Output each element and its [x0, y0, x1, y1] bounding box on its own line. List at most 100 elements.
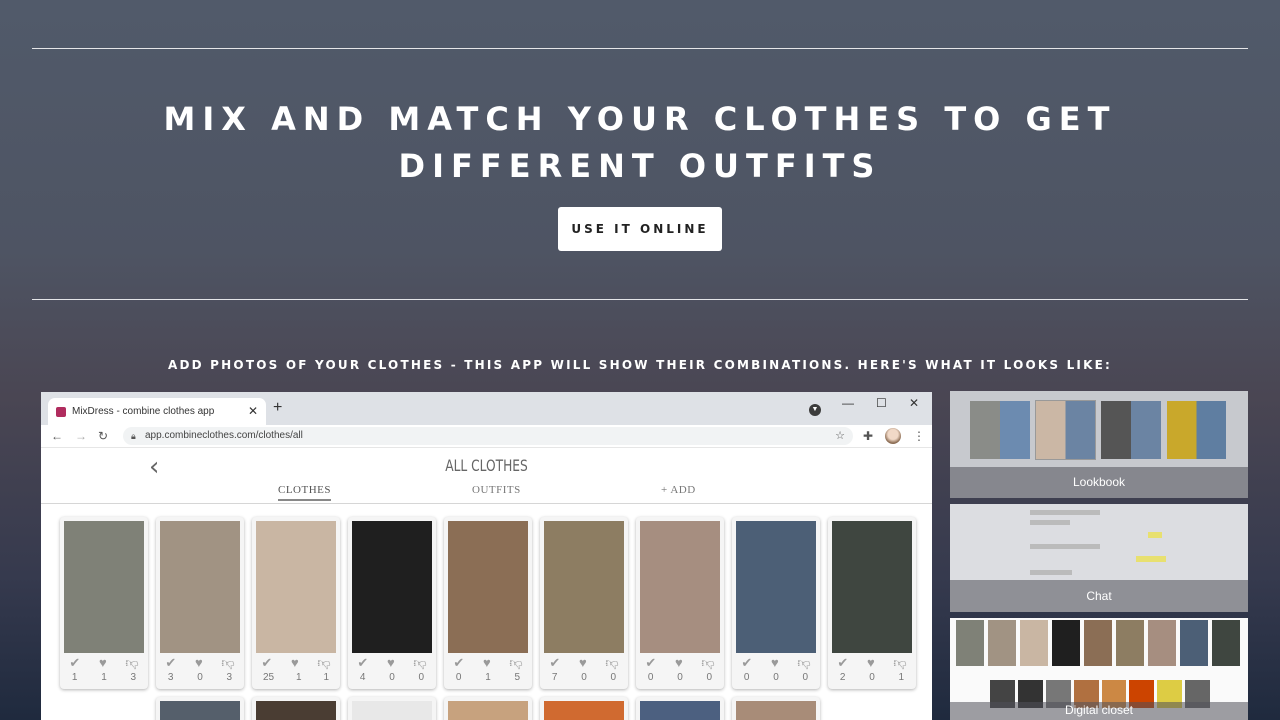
- dislike-count: 5: [514, 672, 521, 683]
- back-arrow-icon[interactable]: ←: [51, 429, 63, 443]
- url-field[interactable]: 🔒︎ app.combineclothes.com/clothes/all ☆: [123, 427, 853, 445]
- clothing-card[interactable]: ✔ ♥ 👎︎ 4 0 0: [348, 517, 436, 689]
- clothing-card[interactable]: ✔ ♥ 👎︎ 0 0 0: [732, 517, 820, 689]
- url-text: app.combineclothes.com/clothes/all: [145, 430, 303, 441]
- like-count: 0: [647, 672, 654, 683]
- tab-add[interactable]: + ADD: [661, 484, 696, 496]
- heart-icon[interactable]: ♥: [387, 655, 395, 671]
- clothing-photo[interactable]: [544, 701, 624, 720]
- clothing-card[interactable]: ✔ ♥ 👎︎ 2 0 1: [828, 517, 916, 689]
- heart-icon[interactable]: ♥: [291, 655, 299, 671]
- heart-icon[interactable]: ♥: [195, 655, 203, 671]
- heart-icon[interactable]: ♥: [771, 655, 779, 671]
- clothing-card[interactable]: [636, 697, 724, 720]
- thumbs-down-icon[interactable]: 👎︎: [125, 655, 138, 671]
- tab-outfits[interactable]: OUTFITS: [472, 484, 521, 496]
- check-icon[interactable]: ✔: [69, 655, 80, 671]
- menu-dots-icon[interactable]: ⋮: [913, 429, 925, 443]
- thumbs-down-icon[interactable]: 👎︎: [413, 655, 426, 671]
- clothing-card[interactable]: [156, 697, 244, 720]
- clothing-photo[interactable]: [256, 701, 336, 720]
- clothing-card[interactable]: [252, 697, 340, 720]
- clothing-card[interactable]: ✔ ♥ 👎︎ 0 1 5: [444, 517, 532, 689]
- dislike-count: 3: [130, 672, 137, 683]
- heart-icon[interactable]: ♥: [99, 655, 107, 671]
- app-header: ‹ ALL CLOTHES CLOTHES OUTFITS + ADD: [41, 448, 932, 504]
- extensions-icon[interactable]: ✚: [863, 429, 873, 443]
- clothing-photo[interactable]: [352, 701, 432, 720]
- new-tab-icon[interactable]: +: [273, 399, 282, 417]
- clothing-photo[interactable]: [736, 701, 816, 720]
- heart-count: 0: [677, 672, 683, 683]
- heart-icon[interactable]: ♥: [579, 655, 587, 671]
- like-count: 7: [551, 672, 558, 683]
- close-window-icon[interactable]: ✕: [909, 396, 919, 410]
- thumbs-down-icon[interactable]: 👎︎: [317, 655, 330, 671]
- clothing-photo[interactable]: [448, 521, 528, 653]
- heart-count: 0: [389, 672, 395, 683]
- check-icon[interactable]: ✔: [453, 655, 464, 671]
- clothing-card[interactable]: ✔ ♥ 👎︎ 3 0 3: [156, 517, 244, 689]
- clothing-card[interactable]: [444, 697, 532, 720]
- check-icon[interactable]: ✔: [837, 655, 848, 671]
- thumbs-down-icon[interactable]: 👎︎: [605, 655, 618, 671]
- like-count: 0: [743, 672, 750, 683]
- tab-search-icon[interactable]: ▼: [809, 404, 821, 416]
- close-tab-icon[interactable]: ✕: [248, 404, 258, 418]
- check-icon[interactable]: ✔: [357, 655, 368, 671]
- browser-tab[interactable]: MixDress - combine clothes app ✕: [48, 398, 266, 425]
- check-icon[interactable]: ✔: [165, 655, 176, 671]
- thumbs-down-icon[interactable]: 👎︎: [221, 655, 234, 671]
- closet-thumb: [1148, 620, 1176, 666]
- closet-thumb: [1212, 620, 1240, 666]
- thumb-caption-chat: Chat: [1086, 589, 1112, 603]
- clothing-photo[interactable]: [352, 521, 432, 653]
- clothing-card[interactable]: ✔ ♥ 👎︎ 25 1 1: [252, 517, 340, 689]
- heart-count: 0: [581, 672, 587, 683]
- closet-thumb: [1084, 620, 1112, 666]
- clothing-card[interactable]: ✔ ♥ 👎︎ 7 0 0: [540, 517, 628, 689]
- check-icon[interactable]: ✔: [261, 655, 272, 671]
- clothing-card[interactable]: ✔ ♥ 👎︎ 1 1 3: [60, 517, 148, 689]
- check-icon[interactable]: ✔: [741, 655, 752, 671]
- thumbs-down-icon[interactable]: 👎︎: [509, 655, 522, 671]
- clothing-photo[interactable]: [544, 521, 624, 653]
- heart-icon[interactable]: ♥: [483, 655, 491, 671]
- clothing-card[interactable]: ✔ ♥ 👎︎ 0 0 0: [636, 517, 724, 689]
- clothing-photo[interactable]: [160, 521, 240, 653]
- clothing-photo[interactable]: [640, 521, 720, 653]
- check-icon[interactable]: ✔: [645, 655, 656, 671]
- use-online-button[interactable]: USE IT ONLINE: [558, 207, 722, 251]
- heart-count: 0: [869, 672, 875, 683]
- clothing-photo[interactable]: [64, 521, 144, 653]
- clothing-photo[interactable]: [160, 701, 240, 720]
- clothing-photo[interactable]: [256, 521, 336, 653]
- forward-arrow-icon[interactable]: →: [75, 429, 87, 443]
- bookmark-star-icon[interactable]: ☆: [835, 427, 845, 445]
- clothing-card[interactable]: [540, 697, 628, 720]
- check-icon[interactable]: ✔: [549, 655, 560, 671]
- address-bar: ← → ↻ 🔒︎ app.combineclothes.com/clothes/…: [41, 425, 932, 448]
- minimize-icon[interactable]: —: [842, 396, 854, 410]
- clothing-photo[interactable]: [640, 701, 720, 720]
- thumbs-down-icon[interactable]: 👎︎: [893, 655, 906, 671]
- dislike-count: 0: [802, 672, 809, 683]
- heart-count: 1: [295, 672, 302, 683]
- clothing-photo[interactable]: [448, 701, 528, 720]
- thumb-caption-digital-closet: Digital closet: [1064, 703, 1134, 717]
- clothing-card[interactable]: [348, 697, 436, 720]
- tab-clothes[interactable]: CLOTHES: [278, 484, 331, 501]
- profile-avatar[interactable]: [885, 428, 901, 444]
- thumb-lookbook[interactable]: Lookbook: [950, 391, 1248, 498]
- reload-icon[interactable]: ↻: [98, 429, 108, 443]
- clothing-photo[interactable]: [736, 521, 816, 653]
- thumb-chat[interactable]: Chat: [950, 504, 1248, 612]
- thumb-digital-closet[interactable]: Digital closet: [950, 618, 1248, 720]
- maximize-icon[interactable]: ☐: [876, 396, 887, 410]
- clothing-card[interactable]: [732, 697, 820, 720]
- heart-icon[interactable]: ♥: [675, 655, 683, 671]
- clothing-photo[interactable]: [832, 521, 912, 653]
- thumbs-down-icon[interactable]: 👎︎: [701, 655, 714, 671]
- heart-icon[interactable]: ♥: [867, 655, 875, 671]
- thumbs-down-icon[interactable]: 👎︎: [797, 655, 810, 671]
